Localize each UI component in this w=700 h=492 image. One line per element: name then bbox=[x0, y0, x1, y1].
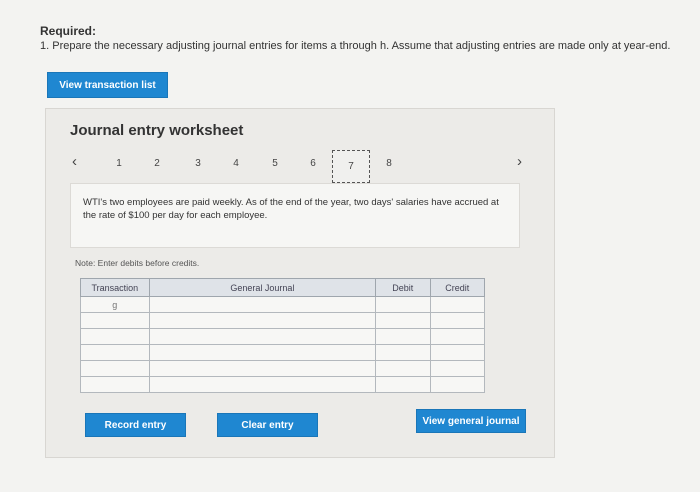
debit-input[interactable] bbox=[375, 328, 431, 345]
transaction-cell bbox=[80, 344, 150, 361]
transaction-description: WTI's two employees are paid weekly. As … bbox=[70, 183, 520, 248]
required-heading: Required: bbox=[40, 24, 97, 38]
transaction-cell bbox=[80, 328, 150, 345]
credit-input[interactable] bbox=[429, 376, 485, 393]
account-input[interactable] bbox=[148, 376, 377, 393]
header-general-journal: General Journal bbox=[148, 278, 377, 297]
debit-input[interactable] bbox=[375, 312, 431, 329]
account-input[interactable] bbox=[148, 344, 377, 361]
transaction-cell: g bbox=[80, 296, 150, 313]
credit-input[interactable] bbox=[429, 344, 485, 361]
table-row bbox=[80, 312, 485, 329]
debit-input[interactable] bbox=[375, 296, 431, 313]
step-8[interactable]: 8 bbox=[382, 158, 396, 169]
account-input[interactable] bbox=[148, 296, 377, 313]
step-3[interactable]: 3 bbox=[191, 158, 205, 169]
credit-input[interactable] bbox=[429, 328, 485, 345]
view-general-journal-button[interactable]: View general journal bbox=[416, 409, 526, 433]
step-2[interactable]: 2 bbox=[150, 158, 164, 169]
instruction-text: 1. Prepare the necessary adjusting journ… bbox=[40, 40, 671, 52]
transaction-cell bbox=[80, 376, 150, 393]
view-transaction-list-button[interactable]: View transaction list bbox=[47, 72, 168, 98]
debit-input[interactable] bbox=[375, 360, 431, 377]
account-input[interactable] bbox=[148, 312, 377, 329]
transaction-cell bbox=[80, 312, 150, 329]
header-transaction: Transaction bbox=[80, 278, 150, 297]
worksheet-title: Journal entry worksheet bbox=[70, 122, 244, 139]
debit-input[interactable] bbox=[375, 376, 431, 393]
debit-input[interactable] bbox=[375, 344, 431, 361]
credit-input[interactable] bbox=[429, 360, 485, 377]
step-6[interactable]: 6 bbox=[306, 158, 320, 169]
table-row bbox=[80, 328, 485, 345]
account-input[interactable] bbox=[148, 328, 377, 345]
journal-table: Transaction General Journal Debit Credit… bbox=[80, 278, 485, 393]
note-text: Note: Enter debits before credits. bbox=[75, 258, 200, 268]
account-input[interactable] bbox=[148, 360, 377, 377]
clear-entry-button[interactable]: Clear entry bbox=[217, 413, 318, 437]
step-7-active[interactable]: 7 bbox=[332, 150, 370, 183]
transaction-cell bbox=[80, 360, 150, 377]
table-row bbox=[80, 376, 485, 393]
step-4[interactable]: 4 bbox=[229, 158, 243, 169]
record-entry-button[interactable]: Record entry bbox=[85, 413, 186, 437]
chevron-right-icon[interactable]: › bbox=[517, 153, 522, 170]
credit-input[interactable] bbox=[429, 296, 485, 313]
step-1[interactable]: 1 bbox=[112, 158, 126, 169]
header-debit: Debit bbox=[375, 278, 431, 297]
header-credit: Credit bbox=[429, 278, 485, 297]
step-5[interactable]: 5 bbox=[268, 158, 282, 169]
table-row: g bbox=[80, 296, 485, 313]
table-row bbox=[80, 360, 485, 377]
chevron-left-icon[interactable]: ‹ bbox=[72, 153, 77, 170]
credit-input[interactable] bbox=[429, 312, 485, 329]
table-row bbox=[80, 344, 485, 361]
